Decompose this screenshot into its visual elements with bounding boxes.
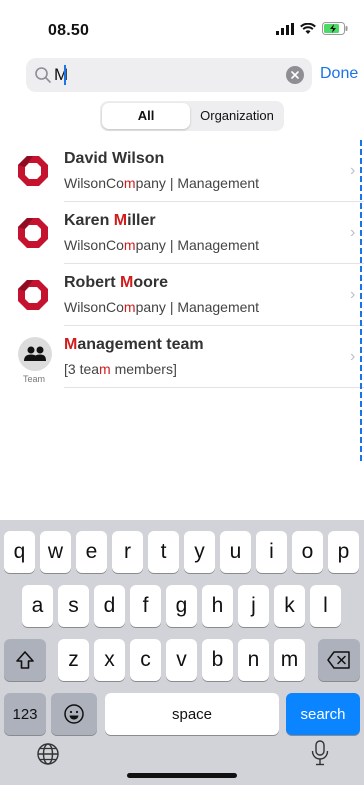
- chevron-right-icon: ›: [350, 224, 356, 241]
- globe-icon[interactable]: [36, 742, 60, 771]
- signal-icon: [276, 22, 294, 35]
- key-y[interactable]: y: [184, 531, 215, 573]
- backspace-key[interactable]: [318, 639, 360, 681]
- key-i[interactable]: i: [256, 531, 287, 573]
- chevron-right-icon: ›: [350, 162, 356, 179]
- key-d[interactable]: d: [94, 585, 125, 627]
- team-avatar: [18, 337, 52, 371]
- microphone-icon[interactable]: [310, 740, 330, 771]
- shift-icon: [16, 651, 34, 669]
- key-p[interactable]: p: [328, 531, 359, 573]
- key-b[interactable]: b: [202, 639, 233, 681]
- keyboard: q w e r t y u i o p a s d f g h j k l z …: [0, 520, 364, 785]
- key-a[interactable]: a: [22, 585, 53, 627]
- company-logo-icon: [18, 156, 48, 186]
- key-z[interactable]: z: [58, 639, 89, 681]
- key-n[interactable]: n: [238, 639, 269, 681]
- result-row[interactable]: David Wilson WilsonCompany | Management …: [0, 140, 364, 202]
- chevron-right-icon: ›: [350, 286, 356, 303]
- status-time: 08.50: [48, 22, 90, 39]
- key-h[interactable]: h: [202, 585, 233, 627]
- result-row[interactable]: Karen Miller WilsonCompany | Management …: [0, 202, 364, 264]
- search-icon: [34, 66, 52, 84]
- result-row-team[interactable]: Team Management team [3 team members] ›: [0, 326, 364, 388]
- key-t[interactable]: t: [148, 531, 179, 573]
- row-divider: [64, 387, 364, 388]
- emoji-icon: [64, 704, 84, 724]
- key-r[interactable]: r: [112, 531, 143, 573]
- battery-charging-icon: [322, 22, 348, 35]
- key-s[interactable]: s: [58, 585, 89, 627]
- key-v[interactable]: v: [166, 639, 197, 681]
- key-g[interactable]: g: [166, 585, 197, 627]
- tab-all[interactable]: All: [102, 103, 190, 129]
- close-icon: [291, 71, 299, 79]
- group-icon: [24, 346, 46, 361]
- space-key[interactable]: space: [105, 693, 279, 735]
- filter-segmented-control: All Organization: [100, 101, 284, 131]
- backspace-icon: [327, 651, 350, 669]
- home-indicator[interactable]: [127, 773, 237, 778]
- company-logo-icon: [18, 218, 48, 248]
- search-input[interactable]: [54, 65, 264, 85]
- chevron-right-icon: ›: [350, 348, 356, 365]
- done-button[interactable]: Done: [320, 65, 358, 83]
- result-subtitle: WilsonCompany | Management: [64, 237, 260, 253]
- numbers-key[interactable]: 123: [4, 693, 46, 735]
- result-title: Karen Miller: [64, 212, 156, 229]
- result-subtitle: WilsonCompany | Management: [64, 175, 260, 191]
- wifi-icon: [300, 22, 316, 34]
- search-key[interactable]: search: [286, 693, 360, 735]
- text-cursor: [64, 65, 66, 85]
- key-u[interactable]: u: [220, 531, 251, 573]
- result-row[interactable]: Robert Moore WilsonCompany | Management …: [0, 264, 364, 326]
- result-title: Robert Moore: [64, 274, 168, 291]
- search-bar[interactable]: [26, 58, 312, 92]
- shift-key[interactable]: [4, 639, 46, 681]
- clear-search-button[interactable]: [286, 66, 304, 84]
- emoji-key[interactable]: [51, 693, 97, 735]
- result-subtitle: WilsonCompany | Management: [64, 299, 260, 315]
- section-index-bar[interactable]: [360, 140, 364, 480]
- key-w[interactable]: w: [40, 531, 71, 573]
- key-l[interactable]: l: [310, 585, 341, 627]
- key-x[interactable]: x: [94, 639, 125, 681]
- key-q[interactable]: q: [4, 531, 35, 573]
- tab-organization[interactable]: Organization: [192, 103, 282, 129]
- result-title: Management team: [64, 336, 204, 353]
- key-f[interactable]: f: [130, 585, 161, 627]
- key-e[interactable]: e: [76, 531, 107, 573]
- key-j[interactable]: j: [238, 585, 269, 627]
- key-m[interactable]: m: [274, 639, 305, 681]
- status-icons: [276, 22, 348, 35]
- result-title: David Wilson: [64, 150, 165, 167]
- company-logo-icon: [18, 280, 48, 310]
- key-o[interactable]: o: [292, 531, 323, 573]
- key-k[interactable]: k: [274, 585, 305, 627]
- team-tag: Team: [23, 374, 46, 384]
- result-subtitle: [3 team members]: [64, 361, 177, 377]
- key-c[interactable]: c: [130, 639, 161, 681]
